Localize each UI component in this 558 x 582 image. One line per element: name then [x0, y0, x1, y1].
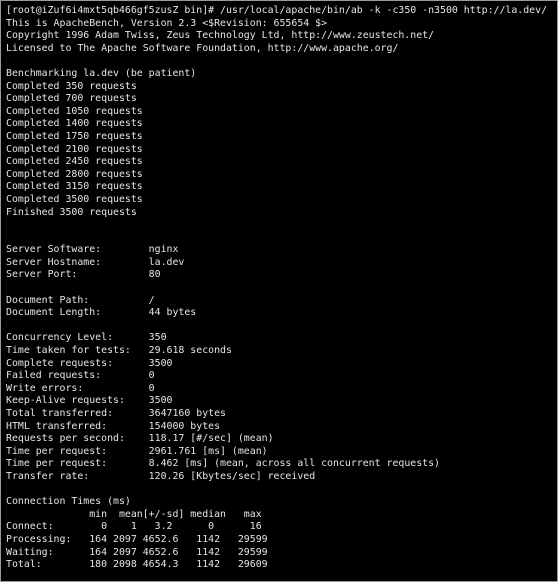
terminal-line: Connection Times (ms) — [6, 496, 131, 508]
terminal-line: Document Path: / — [6, 294, 155, 306]
terminal-line: Completed 2450 requests — [6, 156, 143, 168]
terminal-line: Failed requests: 0 — [6, 370, 155, 382]
terminal-line: Completed 1050 requests — [6, 105, 143, 117]
terminal-line: Complete requests: 3500 — [6, 357, 173, 369]
terminal-line: Connect: 0 1 3.2 0 16 — [6, 521, 262, 533]
terminal-line: Finished 3500 requests — [6, 206, 137, 218]
terminal-line: Completed 1400 requests — [6, 118, 143, 130]
terminal-line: Total: 180 2098 4654.3 1142 29609 — [6, 559, 268, 571]
terminal-line: This is ApacheBench, Version 2.3 <$Revis… — [6, 17, 328, 29]
terminal-line: Write errors: 0 — [6, 382, 155, 394]
terminal-line: HTML transferred: 154000 bytes — [6, 420, 221, 432]
terminal-line: Time per request: 2961.761 [ms] (mean) — [6, 445, 268, 457]
terminal-line: Total transferred: 3647160 bytes — [6, 408, 226, 419]
terminal-line: Requests per second: 118.17 [#/sec] (mea… — [6, 433, 274, 445]
terminal-line: Completed 350 requests — [6, 80, 137, 92]
terminal-line: Processing: 164 2097 4652.6 1142 29599 — [6, 533, 268, 545]
terminal-line: Transfer rate: 120.26 [Kbytes/sec] recei… — [6, 470, 316, 482]
terminal-line: Benchmarking la.dev (be patient) — [6, 67, 197, 79]
terminal-line: Licensed to The Apache Software Foundati… — [6, 42, 399, 54]
terminal-line: min mean[+/-sd] median max — [6, 508, 262, 520]
terminal-line: Keep-Alive requests: 3500 — [6, 395, 173, 407]
terminal-line: [root@iZuf6i4mxt5qb466gf5zusZ bin]# /usr… — [6, 5, 548, 16]
terminal-line: Completed 700 requests — [6, 93, 137, 105]
terminal-line: Copyright 1996 Adam Twiss, Zeus Technolo… — [6, 30, 435, 42]
terminal-line: Document Length: 44 bytes — [6, 307, 197, 319]
terminal-line: Time taken for tests: 29.618 seconds — [6, 345, 232, 357]
terminal-line: Server Port: 80 — [6, 269, 161, 281]
terminal-line: Completed 3150 requests — [6, 181, 143, 193]
terminal-line: Server Hostname: la.dev — [6, 256, 185, 268]
terminal-line: Completed 2800 requests — [6, 168, 143, 180]
terminal-line: Time per request: 8.462 [ms] (mean, acro… — [6, 458, 441, 470]
terminal-line: Waiting: 164 2097 4652.6 1142 29599 — [6, 546, 268, 558]
terminal-line: Server Software: nginx — [6, 244, 179, 256]
terminal-output: [root@iZuf6i4mxt5qb466gf5zusZ bin]# /usr… — [6, 5, 547, 572]
terminal-line: Concurrency Level: 350 — [6, 332, 167, 344]
terminal-line: Completed 1750 requests — [6, 130, 143, 142]
terminal-window[interactable]: [root@iZuf6i4mxt5qb466gf5zusZ bin]# /usr… — [0, 0, 558, 582]
terminal-line: Completed 2100 requests — [6, 143, 143, 155]
terminal-line: Completed 3500 requests — [6, 193, 143, 205]
